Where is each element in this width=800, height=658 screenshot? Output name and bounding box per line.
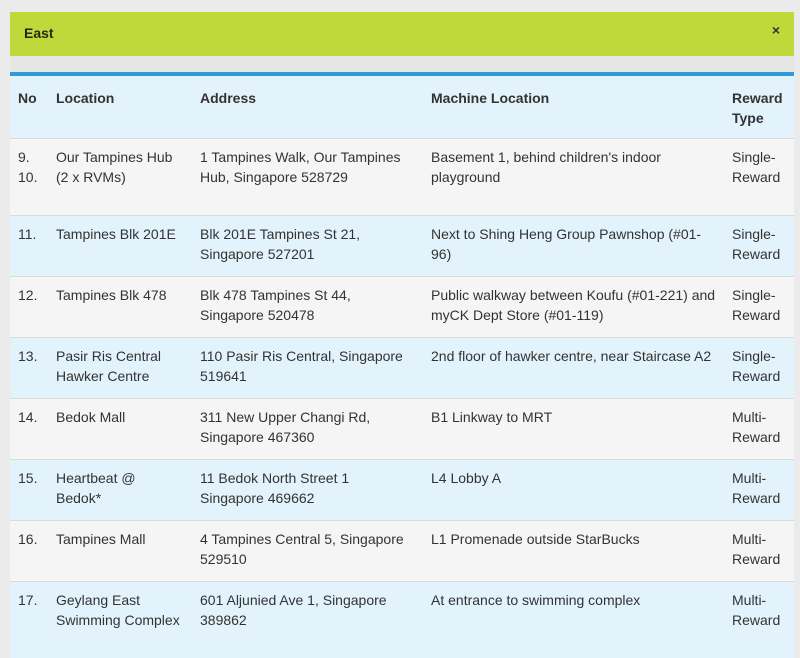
cell-reward-type: Single-Reward	[732, 226, 781, 262]
column-header-no: No	[18, 90, 37, 106]
cell-address: 4 Tampines Central 5, Singapore 529510	[200, 531, 404, 567]
cell-no: 16.	[18, 531, 38, 547]
cell-no: 15.	[18, 470, 38, 486]
cell-location: Pasir Ris Central Hawker Centre	[56, 348, 162, 384]
cell-location: Tampines Blk 201E	[56, 226, 176, 242]
table-row: 13. Pasir Ris Central Hawker Centre 110 …	[10, 337, 794, 399]
panel-title: East	[24, 25, 54, 41]
cell-no: 14.	[18, 409, 38, 425]
cell-address: 311 New Upper Changi Rd, Singapore 46736…	[200, 409, 371, 445]
cell-machine-location: B1 Linkway to MRT	[431, 409, 553, 425]
table-row: 12. Tampines Blk 478 Blk 478 Tampines St…	[10, 276, 794, 338]
cell-location: Geylang East Swimming Complex	[56, 592, 180, 628]
cell-reward-type: Multi-Reward	[732, 470, 781, 506]
cell-no: 11.	[18, 226, 37, 242]
cell-address: Blk 201E Tampines St 21, Singapore 52720…	[200, 226, 361, 262]
locations-table: No Location Address Machine Location Rew…	[10, 76, 794, 658]
column-header-location: Location	[56, 90, 115, 106]
cell-no: 9. 10.	[18, 149, 38, 185]
table-row: 9. 10. Our Tampines Hub (2 x RVMs) 1 Tam…	[10, 138, 794, 216]
cell-machine-location: 2nd floor of hawker centre, near Stairca…	[431, 348, 712, 364]
cell-address: 601 Aljunied Ave 1, Singapore 389862	[200, 592, 387, 628]
column-header-reward-type: Reward Type	[732, 90, 783, 126]
cell-address: 1 Tampines Walk, Our Tampines Hub, Singa…	[200, 149, 401, 185]
cell-reward-type: Multi-Reward	[732, 592, 781, 628]
cell-reward-type: Single-Reward	[732, 287, 781, 323]
cell-address: 11 Bedok North Street 1 Singapore 469662	[200, 470, 350, 506]
cell-reward-type: Multi-Reward	[732, 409, 781, 445]
cell-machine-location: Basement 1, behind children's indoor pla…	[431, 149, 661, 185]
east-panel: East × No Location Address Machine Locat…	[10, 12, 794, 658]
cell-machine-location: L4 Lobby A	[431, 470, 502, 486]
cell-location: Bedok Mall	[56, 409, 126, 425]
cell-reward-type: Single-Reward	[732, 149, 781, 185]
table-row: 15. Heartbeat @ Bedok* 11 Bedok North St…	[10, 459, 794, 521]
cell-address: 110 Pasir Ris Central, Singapore 519641	[200, 348, 403, 384]
cell-no: 13.	[18, 348, 38, 364]
locations-table-wrap: No Location Address Machine Location Rew…	[10, 72, 794, 658]
cell-location: Our Tampines Hub (2 x RVMs)	[56, 149, 173, 185]
column-header-machine-location: Machine Location	[431, 90, 550, 106]
cell-machine-location: Next to Shing Heng Group Pawnshop (#01-9…	[431, 226, 702, 262]
cell-address: Blk 478 Tampines St 44, Singapore 520478	[200, 287, 351, 323]
cell-location: Tampines Mall	[56, 531, 146, 547]
table-row: 11. Tampines Blk 201E Blk 201E Tampines …	[10, 215, 794, 277]
cell-machine-location: L1 Promenade outside StarBucks	[431, 531, 640, 547]
table-row: 16. Tampines Mall 4 Tampines Central 5, …	[10, 520, 794, 582]
cell-machine-location: At entrance to swimming complex	[431, 592, 641, 608]
close-icon[interactable]: ×	[772, 22, 780, 38]
cell-location: Heartbeat @ Bedok*	[56, 470, 136, 506]
panel-header: East ×	[10, 12, 794, 56]
cell-no: 17.	[18, 592, 38, 608]
cell-location: Tampines Blk 478	[56, 287, 167, 303]
cell-no: 12.	[18, 287, 38, 303]
table-header-row: No Location Address Machine Location Rew…	[10, 76, 794, 139]
column-header-address: Address	[200, 90, 257, 106]
header-divider	[10, 56, 794, 72]
table-row: 17. Geylang East Swimming Complex 601 Al…	[10, 581, 794, 658]
table-row: 14. Bedok Mall 311 New Upper Changi Rd, …	[10, 398, 794, 460]
cell-reward-type: Multi-Reward	[732, 531, 781, 567]
cell-machine-location: Public walkway between Koufu (#01-221) a…	[431, 287, 716, 323]
cell-reward-type: Single-Reward	[732, 348, 781, 384]
